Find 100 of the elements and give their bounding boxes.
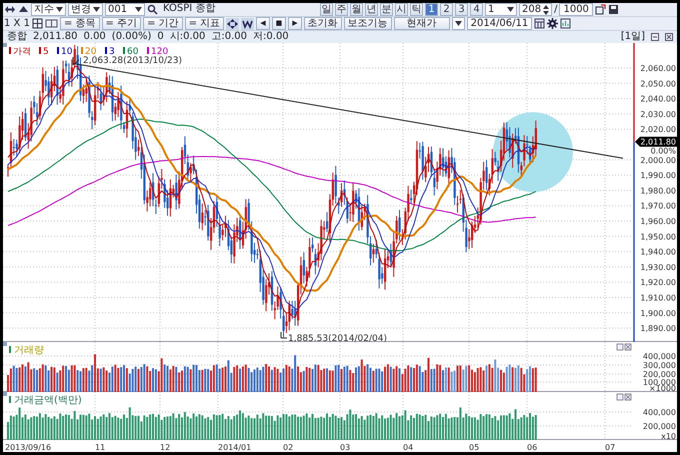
- filter-button[interactable]: = 주기: [102, 17, 142, 30]
- search-icon[interactable]: [147, 4, 158, 15]
- count-spinner[interactable]: 208: [519, 3, 552, 16]
- gear-icon[interactable]: [547, 18, 558, 29]
- restore-icon[interactable]: [616, 394, 624, 400]
- axis-label: 1,920.00: [640, 278, 676, 288]
- dropdown[interactable]: [452, 17, 465, 30]
- index-dropdown[interactable]: 지수: [31, 3, 66, 16]
- axis-label: 1,890.00: [640, 324, 676, 334]
- period-label: [1일]: [620, 31, 645, 43]
- period-tab[interactable]: 시: [395, 3, 408, 16]
- period-tab[interactable]: 주: [335, 3, 348, 16]
- caret-icon: [454, 21, 462, 26]
- period-tab[interactable]: 분: [380, 3, 393, 16]
- chart-settings-icon[interactable]: [560, 18, 572, 29]
- info-text: 시:0.00: [170, 31, 206, 43]
- window-icon[interactable]: [594, 4, 606, 15]
- move-icon[interactable]: [226, 18, 240, 30]
- legend-label: 60: [127, 47, 138, 57]
- max-field[interactable]: 1000: [559, 3, 593, 16]
- legend-label: 5: [43, 47, 49, 57]
- filter-button[interactable]: = 종목: [60, 17, 100, 30]
- caret-icon: [93, 7, 100, 12]
- panel-title: 거래량: [14, 345, 44, 356]
- axis-label: 1,990.00: [640, 171, 676, 180]
- change-tag: 0.00%: [650, 146, 676, 156]
- spin-arrows-icon: [543, 4, 550, 14]
- unit-label: ×1000: [648, 384, 676, 392]
- code-dropdown[interactable]: 001: [105, 3, 145, 16]
- high-price-note: 2,063.28(2013/10/23): [83, 56, 182, 66]
- axis-label: 400,000: [642, 352, 676, 361]
- panel-marker: [3, 342, 7, 346]
- axis-label: 2,000.00: [640, 156, 676, 165]
- axis-label: 02: [283, 443, 294, 452]
- arrows-icon[interactable]: [4, 4, 16, 15]
- period-tab[interactable]: 1: [425, 3, 438, 16]
- axis-label: 1,930.00: [640, 262, 676, 272]
- axis-label: 1,950.00: [640, 232, 676, 242]
- axis-label: 05: [469, 443, 480, 452]
- change-dropdown[interactable]: 변경: [68, 3, 103, 16]
- period-tab[interactable]: 4: [470, 3, 483, 16]
- axis-label: 300,000: [642, 361, 676, 370]
- unit-label: x10: [661, 432, 676, 440]
- axis-label: 1,970.00: [640, 202, 676, 211]
- panel-title: 거래금액(백만): [14, 395, 82, 406]
- axis-label: 100,000: [642, 378, 676, 387]
- axis-label: 2,060.00: [640, 64, 676, 73]
- w-icon[interactable]: [241, 18, 254, 30]
- restore-icon[interactable]: [651, 33, 659, 41]
- period-tab[interactable]: 년: [365, 3, 378, 16]
- axis-label: 2,050.00: [640, 79, 676, 88]
- period-tab[interactable]: 일: [320, 3, 333, 16]
- up-arrow-icon[interactable]: [18, 4, 29, 15]
- date-field[interactable]: 2014/06/11: [466, 17, 532, 30]
- axis-label: 400,000: [642, 408, 676, 417]
- filter-button[interactable]: = 지표: [184, 17, 224, 30]
- legend-label: 10: [61, 47, 72, 57]
- low-price-note: 1,885.53(2014/02/04): [288, 334, 387, 342]
- axis-label: 07: [605, 443, 616, 452]
- axis-label: 1,980.00: [640, 186, 676, 196]
- axis-label: 12: [160, 443, 170, 452]
- axis-label: 03: [340, 443, 350, 452]
- legend-label: 120: [151, 47, 168, 57]
- close-icon[interactable]: [624, 344, 632, 350]
- axis-label: 2013/09/16: [5, 443, 52, 452]
- restore-icon[interactable]: [616, 344, 624, 350]
- info-text: 저:0.00: [253, 31, 289, 43]
- period-tab[interactable]: 3: [455, 3, 468, 16]
- pointer-icon: [72, 56, 80, 66]
- filter-button[interactable]: = 기간: [143, 17, 183, 30]
- axis-label: 200,000: [642, 422, 676, 431]
- layout-label: 1 X 1: [4, 18, 30, 30]
- toolbar-button[interactable]: 현재가: [394, 17, 450, 30]
- axis-label: 11: [95, 443, 106, 452]
- grid-icon[interactable]: [32, 18, 43, 29]
- info-text: (0.00%): [112, 31, 152, 43]
- period-tab[interactable]: 2: [440, 3, 453, 16]
- save-icon[interactable]: [608, 4, 619, 15]
- close-icon[interactable]: [624, 394, 632, 400]
- toolbar-button[interactable]: 보조기능: [344, 17, 392, 30]
- toolbar-button[interactable]: 초기화: [304, 17, 342, 30]
- axis-label: 1,910.00: [640, 294, 676, 302]
- axis-label: 06: [527, 443, 538, 452]
- legend-label: 3: [109, 47, 115, 57]
- period-tab[interactable]: 월: [350, 3, 363, 16]
- calendar-icon[interactable]: [534, 18, 546, 29]
- legend-label: 20: [85, 47, 96, 57]
- info-text: 2,011.80: [33, 31, 78, 43]
- caret-icon: [135, 7, 142, 12]
- panel-marker: [3, 43, 7, 47]
- info-text: 0: [157, 31, 164, 43]
- unit-dropdown[interactable]: 1: [485, 3, 517, 16]
- axis-label: 2,040.00: [640, 94, 676, 104]
- name-field[interactable]: KOSPI 종합: [160, 3, 318, 16]
- axis-label: 2,030.00: [640, 110, 676, 119]
- period-tab[interactable]: 틱: [410, 3, 423, 16]
- caret-icon: [56, 7, 63, 12]
- panel-marker: [3, 392, 7, 396]
- close-icon[interactable]: [665, 33, 673, 41]
- split-icon[interactable]: [44, 18, 58, 29]
